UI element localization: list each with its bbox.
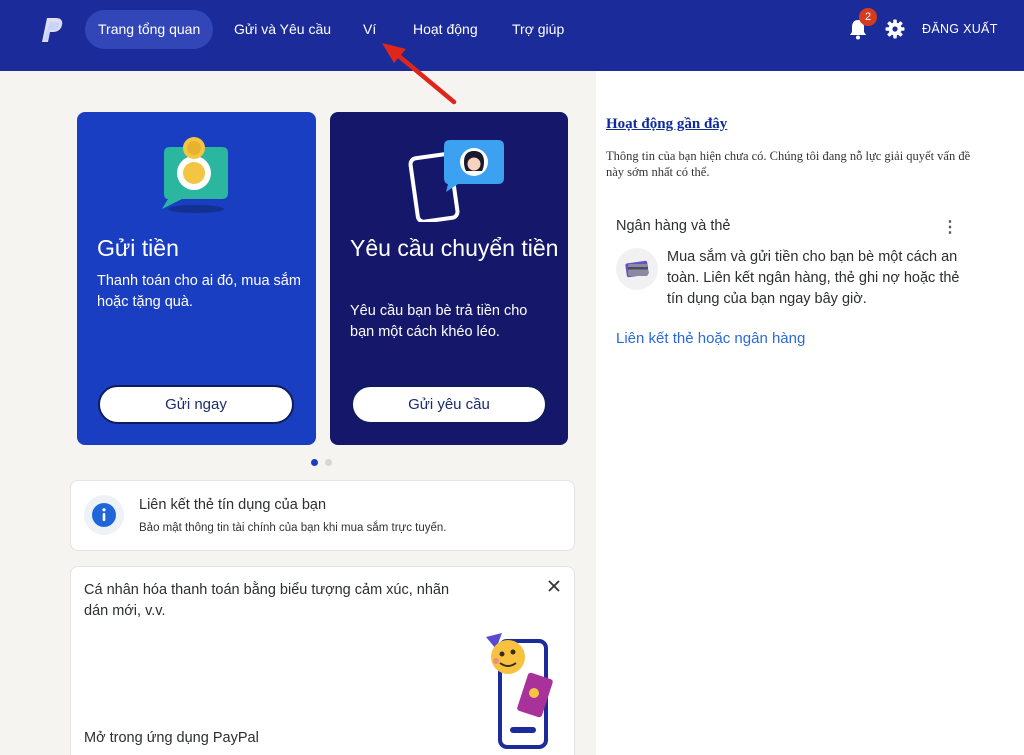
link-card-bank-link[interactable]: Liên kết thẻ hoặc ngân hàng — [616, 330, 805, 347]
info-box-title: Liên kết thẻ tín dụng của bạn — [139, 497, 327, 513]
info-icon — [92, 503, 116, 527]
send-card-title: Gửi tiền — [97, 235, 179, 261]
request-card-description: Yêu cầu bạn bè trả tiền cho bạn một cách… — [350, 303, 528, 340]
phone-emoji-illustration-icon — [486, 633, 553, 749]
request-card-title: Yêu cầu chuyển tiền — [350, 235, 559, 261]
nav-send-request[interactable]: Gửi và Yêu cầu — [221, 10, 344, 49]
credit-card-icon — [625, 260, 649, 278]
top-nav-bar: Trang tổng quan Gửi và Yêu cầu Ví Hoạt đ… — [0, 0, 1024, 71]
annotation-arrow-icon — [382, 43, 457, 105]
card-icon-container — [616, 248, 658, 290]
request-money-card[interactable]: Yêu cầu chuyển tiền Yêu cầu bạn bè trả t… — [330, 112, 568, 445]
send-card-description: Thanh toán cho ai đó, mua sắm hoặc tặng … — [97, 273, 301, 310]
paypal-logo-icon[interactable] — [40, 16, 64, 44]
close-icon[interactable] — [547, 579, 561, 593]
send-now-button[interactable]: Gửi ngay — [98, 385, 294, 424]
recent-activity-link[interactable]: Hoạt động gần đây — [606, 116, 727, 133]
banks-cards-description: Mua sắm và gửi tiền cho bạn bè một cách … — [667, 249, 960, 307]
chat-coin-icon — [162, 137, 228, 213]
send-money-card[interactable]: Gửi tiền Thanh toán cho ai đó, mua sắm h… — [77, 112, 316, 445]
nav-dashboard[interactable]: Trang tổng quan — [85, 10, 214, 49]
promo-text: Cá nhân hóa thanh toán bằng biểu tượng c… — [84, 582, 450, 619]
notification-badge: 2 — [859, 8, 877, 26]
info-box-subtitle: Bảo mật thông tin tài chính của bạn khi … — [139, 522, 447, 534]
open-in-app-link[interactable]: Mở trong ứng dụng PayPal — [84, 730, 259, 746]
nav-help[interactable]: Trợ giúp — [499, 10, 577, 49]
gear-icon[interactable] — [885, 19, 905, 39]
carousel-dot-active[interactable] — [311, 459, 318, 466]
phone-avatar-icon — [408, 140, 504, 222]
info-icon-container — [84, 495, 124, 535]
banks-cards-heading: Ngân hàng và thẻ — [616, 218, 731, 234]
more-options-icon[interactable]: ⋮ — [942, 217, 958, 237]
emoji-promo-card: Cá nhân hóa thanh toán bằng biểu tượng c… — [70, 566, 575, 755]
recent-activity-message: Thông tin của bạn hiện chưa có. Chúng tô… — [606, 149, 971, 179]
right-sidebar: Hoạt động gần đây Thông tin của bạn hiện… — [596, 71, 1024, 755]
carousel-dot[interactable] — [325, 459, 332, 466]
link-credit-card-banner[interactable]: Liên kết thẻ tín dụng của bạn Bảo mật th… — [70, 480, 575, 551]
logout-button[interactable]: ĐĂNG XUẤT — [922, 22, 998, 36]
send-request-button[interactable]: Gửi yêu cầu — [351, 385, 547, 424]
